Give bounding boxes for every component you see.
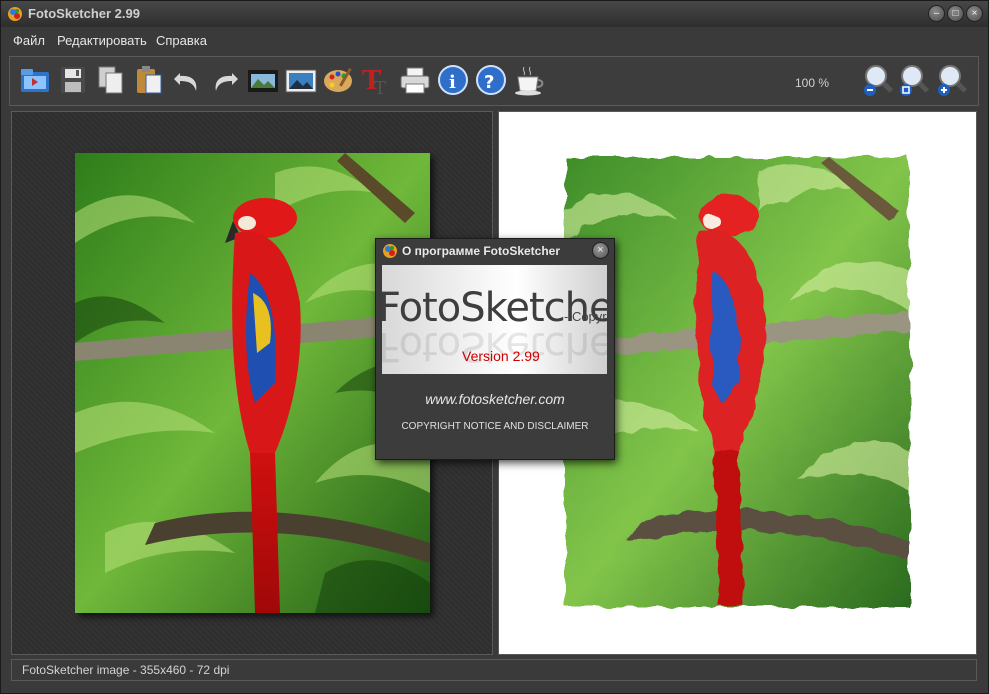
about-banner: FotoSketcher FotoSketcher - Copyr Versio… xyxy=(382,265,607,374)
copy-icon[interactable] xyxy=(94,63,128,97)
printer-icon[interactable] xyxy=(398,63,432,97)
app-logo-icon xyxy=(8,7,22,21)
help-icon[interactable]: ? xyxy=(474,63,508,97)
open-folder-icon[interactable] xyxy=(18,63,52,97)
zoom-out-icon[interactable] xyxy=(862,63,896,97)
status-bar: FotoSketcher image - 355x460 - 72 dpi xyxy=(11,659,977,681)
dialog-close-button[interactable]: × xyxy=(592,242,609,259)
close-button[interactable]: × xyxy=(966,5,983,22)
about-dialog[interactable]: О программе FotoSketcher × FotoSketcher … xyxy=(375,238,615,460)
svg-text:?: ? xyxy=(484,72,494,93)
banner-copyright-fragment: - Copyr xyxy=(564,309,607,324)
zoom-level: 100 % xyxy=(795,76,830,90)
paste-icon[interactable] xyxy=(132,63,166,97)
save-disk-icon[interactable] xyxy=(56,63,90,97)
undo-icon[interactable] xyxy=(170,63,204,97)
palette-icon[interactable] xyxy=(322,63,356,97)
toolbar: TT i ? 100 % xyxy=(9,56,979,106)
svg-text:T: T xyxy=(374,78,386,97)
copyright-notice-link[interactable]: COPYRIGHT NOTICE AND DISCLAIMER xyxy=(376,421,614,432)
image-strip-icon[interactable] xyxy=(246,63,280,97)
svg-text:i: i xyxy=(449,72,456,93)
version-label: Version 2.99 xyxy=(462,348,540,364)
text-icon[interactable]: TT xyxy=(360,63,394,99)
website-link[interactable]: www.fotosketcher.com xyxy=(376,391,614,407)
menu-edit[interactable]: Редактировать xyxy=(57,33,147,48)
coffee-cup-icon[interactable] xyxy=(512,63,546,97)
menu-help[interactable]: Справка xyxy=(156,33,207,48)
menu-bar: Файл Редактировать Справка xyxy=(1,29,988,53)
status-text: FotoSketcher image - 355x460 - 72 dpi xyxy=(22,663,230,677)
maximize-button[interactable]: □ xyxy=(947,5,964,22)
app-logo-icon xyxy=(383,244,397,258)
zoom-fit-icon[interactable] xyxy=(898,63,932,97)
picture-icon[interactable] xyxy=(284,63,318,97)
dialog-title: О программе FotoSketcher xyxy=(402,244,561,258)
window-title: FotoSketcher 2.99 xyxy=(28,6,140,21)
info-icon[interactable]: i xyxy=(436,63,470,97)
minimize-button[interactable]: – xyxy=(928,5,945,22)
app-window: FotoSketcher 2.99 – □ × Файл Редактирова… xyxy=(0,0,989,694)
title-bar[interactable]: FotoSketcher 2.99 – □ × xyxy=(1,1,988,27)
menu-file[interactable]: Файл xyxy=(13,33,45,48)
redo-icon[interactable] xyxy=(208,63,242,97)
zoom-in-icon[interactable] xyxy=(936,63,970,97)
